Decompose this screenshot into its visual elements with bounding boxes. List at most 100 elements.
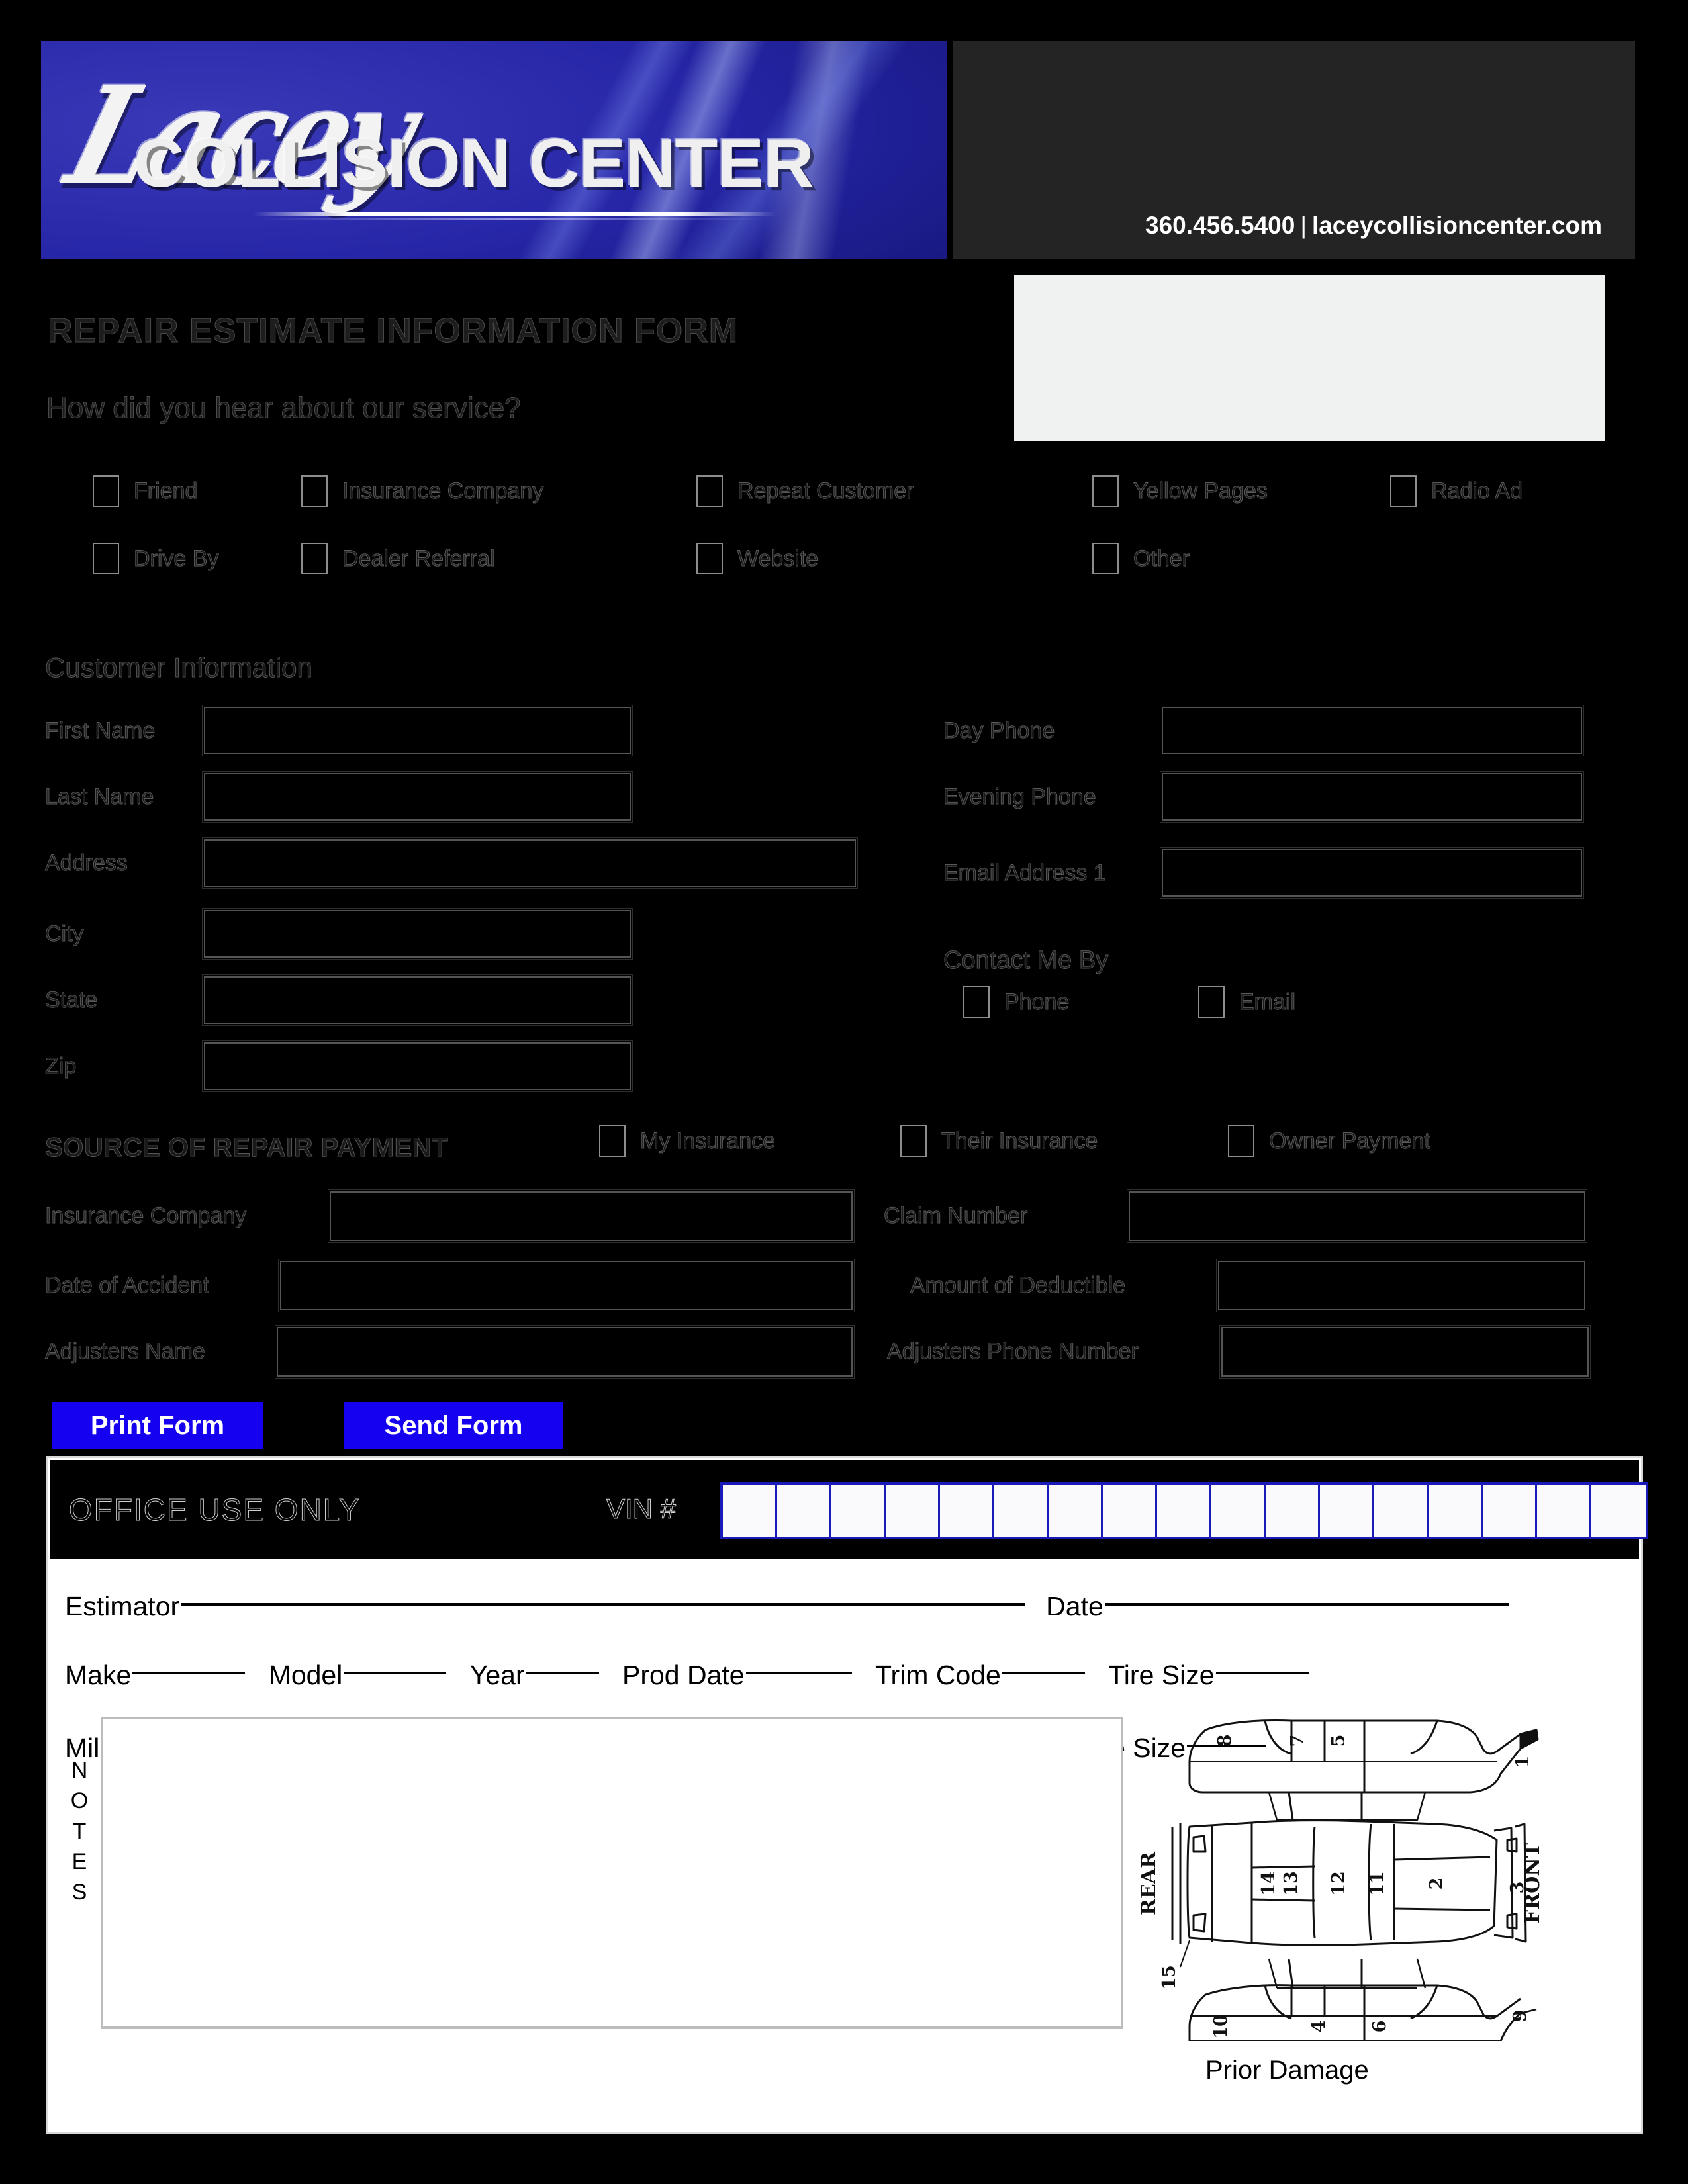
vin-cell[interactable] [1537,1485,1591,1537]
vin-input-boxes[interactable] [720,1482,1648,1539]
checkbox-box[interactable] [1198,986,1225,1018]
field-amount-of-deductible[interactable]: Amount of Deductible [910,1259,1587,1312]
field-claim-number[interactable]: Claim Number [884,1189,1587,1243]
estimator-line[interactable] [181,1603,1025,1606]
checkbox-contact-email[interactable]: Email [1198,986,1296,1018]
vin-cell[interactable] [1211,1485,1266,1537]
spec-line[interactable] [1002,1672,1085,1675]
field-adjusters-name[interactable]: Adjusters Name [45,1325,855,1379]
diagram-rear-label: REAR [1137,1851,1160,1915]
notes-letter: N [71,1758,88,1783]
checkbox-contact-phone[interactable]: Phone [963,986,1070,1018]
evening-phone-input[interactable] [1160,771,1584,823]
field-label: Last Name [45,784,154,809]
checkbox-box[interactable] [93,543,119,574]
vin-cell[interactable] [723,1485,777,1537]
spec-line[interactable] [132,1672,246,1675]
field-adjusters-phone-number[interactable]: Adjusters Phone Number [887,1325,1591,1379]
first-name-input[interactable] [202,705,633,756]
field-first-name[interactable]: First Name [45,705,773,756]
vin-cell[interactable] [1591,1485,1646,1537]
vin-cell[interactable] [1266,1485,1320,1537]
field-address[interactable]: Address [45,837,972,889]
page-header: Lacey COLLISION CENTER 360.456.5400 | lace… [41,41,1635,259]
send-form-button[interactable]: Send Form [344,1402,563,1449]
city-input[interactable] [202,908,633,960]
logo-main-text: COLLISION CENTER [133,125,814,202]
checkbox-owner-payment[interactable]: Owner Payment [1228,1125,1430,1157]
checkbox-box[interactable] [963,986,990,1018]
field-email-address[interactable]: Email Address 1 [943,847,1645,899]
vin-cell[interactable] [994,1485,1049,1537]
checkbox-box[interactable] [1390,475,1417,507]
checkbox-box[interactable] [696,543,723,574]
last-name-input[interactable] [202,771,633,823]
field-city[interactable]: City [45,908,773,960]
amount-of-deductible-input[interactable] [1216,1259,1587,1312]
checkbox-my-insurance[interactable]: My Insurance [599,1125,776,1157]
insurance-company-input[interactable] [328,1189,855,1243]
claim-number-input[interactable] [1127,1189,1587,1243]
office-body: Estimator Date Make Model Year Prod Date … [50,1559,1639,2130]
checkbox-label: Drive By [133,545,219,571]
checkbox-box[interactable] [301,475,328,507]
checkbox-dealer-referral[interactable]: Dealer Referral [301,543,495,574]
spec-line[interactable] [1215,1672,1309,1675]
checkbox-other[interactable]: Other [1092,543,1190,574]
adjusters-phone-number-input[interactable] [1219,1325,1591,1379]
vin-cell[interactable] [777,1485,831,1537]
checkbox-drive-by[interactable]: Drive By [93,543,219,574]
checkbox-box[interactable] [301,543,328,574]
vin-cell[interactable] [831,1485,886,1537]
print-form-button[interactable]: Print Form [52,1402,263,1449]
email-address-input[interactable] [1160,847,1584,899]
logo-placeholder-panel [1014,275,1605,441]
notes-textarea[interactable] [101,1717,1123,2029]
checkbox-repeat-customer[interactable]: Repeat Customer [696,475,914,507]
vin-cell[interactable] [1049,1485,1103,1537]
field-zip[interactable]: Zip [45,1040,773,1092]
diagram-front-label: FRONT [1521,1843,1544,1924]
checkbox-box[interactable] [93,475,119,507]
date-of-accident-input[interactable] [278,1259,855,1312]
field-label: Evening Phone [943,784,1097,809]
diagram-panel-number: 4 [1309,2021,1329,2033]
vin-cell[interactable] [1429,1485,1483,1537]
checkbox-insurance-company[interactable]: Insurance Company [301,475,544,507]
checkbox-their-insurance[interactable]: Their Insurance [900,1125,1098,1157]
hear-about-question: How did you hear about our service? [46,392,522,425]
checkbox-friend[interactable]: Friend [93,475,198,507]
checkbox-yellow-pages[interactable]: Yellow Pages [1092,475,1268,507]
checkbox-radio-ad[interactable]: Radio Ad [1390,475,1523,507]
checkbox-box[interactable] [1092,543,1119,574]
vin-cell[interactable] [1483,1485,1537,1537]
vin-cell[interactable] [1374,1485,1429,1537]
date-line[interactable] [1104,1603,1509,1606]
zip-input[interactable] [202,1040,633,1092]
checkbox-website[interactable]: Website [696,543,819,574]
field-last-name[interactable]: Last Name [45,771,773,823]
vin-cell[interactable] [1157,1485,1211,1537]
spec-line[interactable] [344,1672,447,1675]
address-input[interactable] [202,837,858,889]
checkbox-box[interactable] [1228,1125,1254,1157]
website-link[interactable]: laceycollisioncenter.com [1312,212,1602,239]
checkbox-box[interactable] [599,1125,626,1157]
field-date-of-accident[interactable]: Date of Accident [45,1259,855,1312]
field-insurance-company[interactable]: Insurance Company [45,1189,855,1243]
prior-damage-label: Prior Damage [1205,2056,1369,2085]
vehicle-damage-diagram[interactable]: 12 3456789101112131415 REAR FRONT [1126,1710,1550,2041]
spec-line[interactable] [745,1672,852,1675]
day-phone-input[interactable] [1160,705,1584,756]
checkbox-box[interactable] [1092,475,1119,507]
field-evening-phone[interactable]: Evening Phone [943,771,1645,823]
checkbox-box[interactable] [696,475,723,507]
field-day-phone[interactable]: Day Phone [943,705,1645,756]
vin-cell[interactable] [940,1485,994,1537]
vin-cell[interactable] [886,1485,940,1537]
vin-cell[interactable] [1103,1485,1157,1537]
vin-cell[interactable] [1320,1485,1374,1537]
spec-line[interactable] [526,1672,599,1675]
checkbox-box[interactable] [900,1125,927,1157]
adjusters-name-input[interactable] [275,1325,855,1379]
